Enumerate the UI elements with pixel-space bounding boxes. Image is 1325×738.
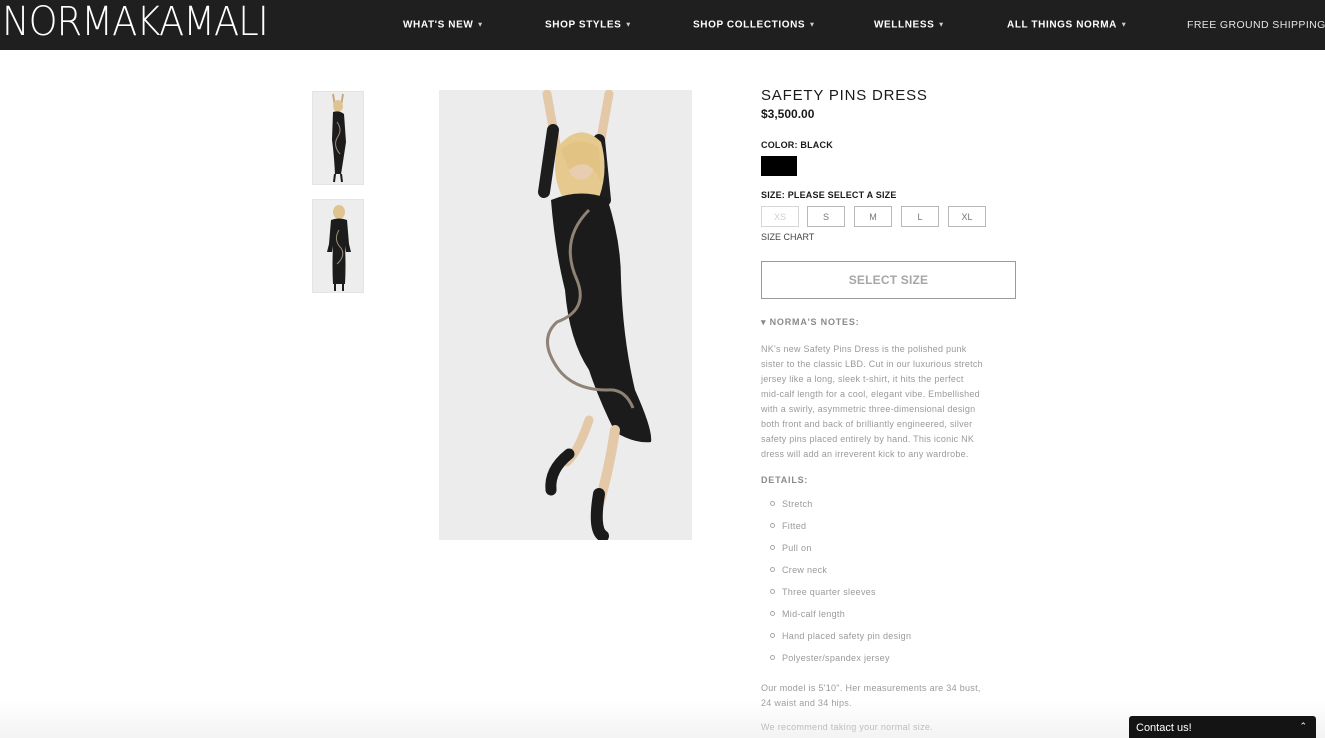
product-description: NK's new Safety Pins Dress is the polish… — [761, 342, 1019, 462]
description-line: safety pins placed entirely by hand. Thi… — [761, 434, 975, 444]
nav-label: SHOP COLLECTIONS — [693, 19, 806, 31]
model-measurements: Our model is 5'10". Her measurements are… — [761, 681, 1019, 711]
model-line: Our model is 5'10". Her measurements are… — [761, 683, 981, 693]
detail-label: Crew neck — [782, 565, 828, 575]
model-line: 24 waist and 34 hips. — [761, 698, 852, 708]
detail-label: Three quarter sleeves — [782, 587, 876, 597]
nav-shop-collections[interactable]: SHOP COLLECTIONS ▾ — [693, 20, 814, 31]
size-option-l[interactable]: L — [901, 206, 939, 227]
caret-down-icon: ▾ — [810, 21, 815, 29]
description-line: NK's new Safety Pins Dress is the polish… — [761, 344, 967, 354]
nav-label: WELLNESS — [874, 19, 935, 31]
description-line: dress will add an irreverent kick to any… — [761, 449, 969, 459]
detail-item: Hand placed safety pin design — [770, 631, 911, 641]
bullet-icon — [770, 545, 775, 550]
size-option-xs[interactable]: XS — [761, 206, 799, 227]
nav-all-things-norma[interactable]: ALL THINGS NORMA ▾ — [1007, 20, 1126, 31]
description-line: mid-calf length for a cool, elegant vibe… — [761, 389, 980, 399]
bullet-icon — [770, 523, 775, 528]
contact-us-label: Contact us! — [1136, 722, 1192, 734]
product-price: $3,500.00 — [761, 107, 815, 121]
product-thumbnail-1[interactable] — [312, 91, 364, 185]
bullet-icon — [770, 611, 775, 616]
detail-item: Polyester/spandex jersey — [770, 653, 890, 663]
color-label: COLOR: BLACK — [761, 140, 833, 150]
dress-photo — [439, 90, 692, 540]
detail-item: Fitted — [770, 521, 806, 531]
nav-label: WHAT'S NEW — [403, 19, 474, 31]
free-shipping-banner[interactable]: FREE GROUND SHIPPING* — [1187, 19, 1325, 31]
bullet-icon — [770, 589, 775, 594]
caret-down-icon: ▾ — [478, 21, 483, 29]
dress-photo-thumbnail — [313, 92, 363, 184]
detail-item: Crew neck — [770, 565, 827, 575]
caret-down-icon: ▾ — [1121, 21, 1127, 29]
size-option-xl[interactable]: XL — [948, 206, 986, 227]
description-line: jersey like a long, sleek t-shirt, it hi… — [761, 374, 964, 384]
site-header: NORMAKAMALI WHAT'S NEW ▾ SHOP STYLES ▾ SHO… — [0, 0, 1325, 50]
select-size-button[interactable]: SELECT SIZE — [761, 261, 1016, 299]
bullet-icon — [770, 567, 775, 572]
detail-label: Polyester/spandex jersey — [782, 653, 890, 663]
caret-down-icon: ▾ — [939, 21, 944, 29]
description-line: sister to the classic LBD. Cut in our lu… — [761, 359, 983, 369]
description-line: both front and back of brilliantly engin… — [761, 419, 973, 429]
detail-item: Mid-calf length — [770, 609, 845, 619]
product-title: SAFETY PINS DRESS — [761, 87, 928, 104]
size-option-m[interactable]: M — [854, 206, 892, 227]
detail-label: Mid-calf length — [782, 609, 846, 619]
detail-label: Fitted — [782, 521, 807, 531]
detail-label: Hand placed safety pin design — [782, 631, 912, 641]
description-line: with a swirly, asymmetric three-dimensio… — [761, 404, 976, 414]
contact-us-widget[interactable]: Contact us! ⌃ — [1129, 716, 1316, 738]
detail-item: Stretch — [770, 499, 813, 509]
brand-logo[interactable]: NORMAKAMALI — [2, 2, 269, 42]
detail-item: Three quarter sleeves — [770, 587, 876, 597]
detail-item: Pull on — [770, 543, 812, 553]
bottom-fade — [0, 700, 1325, 738]
bullet-icon — [770, 655, 775, 660]
nav-whats-new[interactable]: WHAT'S NEW ▾ — [403, 20, 483, 31]
nav-shop-styles[interactable]: SHOP STYLES ▾ — [545, 20, 631, 31]
nav-label: SHOP STYLES — [545, 19, 622, 31]
product-main-image[interactable] — [439, 90, 692, 540]
nav-label: ALL THINGS NORMA — [1007, 19, 1117, 31]
product-thumbnail-2[interactable] — [312, 199, 364, 293]
detail-label: Stretch — [782, 499, 813, 509]
chevron-up-icon[interactable]: ⌃ — [1299, 721, 1307, 732]
caret-down-icon: ▾ — [626, 21, 631, 29]
size-option-s[interactable]: S — [807, 206, 845, 227]
bullet-icon — [770, 633, 775, 638]
detail-label: Pull on — [782, 543, 812, 553]
size-label: SIZE: PLEASE SELECT A SIZE — [761, 190, 897, 200]
normas-notes-toggle[interactable]: ▾ NORMA'S NOTES: — [761, 317, 859, 328]
color-swatch-black[interactable] — [761, 156, 797, 176]
size-chart-link[interactable]: SIZE CHART — [761, 232, 814, 242]
nav-wellness[interactable]: WELLNESS ▾ — [874, 20, 943, 31]
size-recommendation: We recommend taking your normal size. — [761, 722, 933, 732]
details-header: DETAILS: — [761, 475, 809, 485]
dress-photo-thumbnail — [313, 200, 363, 292]
bullet-icon — [770, 501, 775, 506]
